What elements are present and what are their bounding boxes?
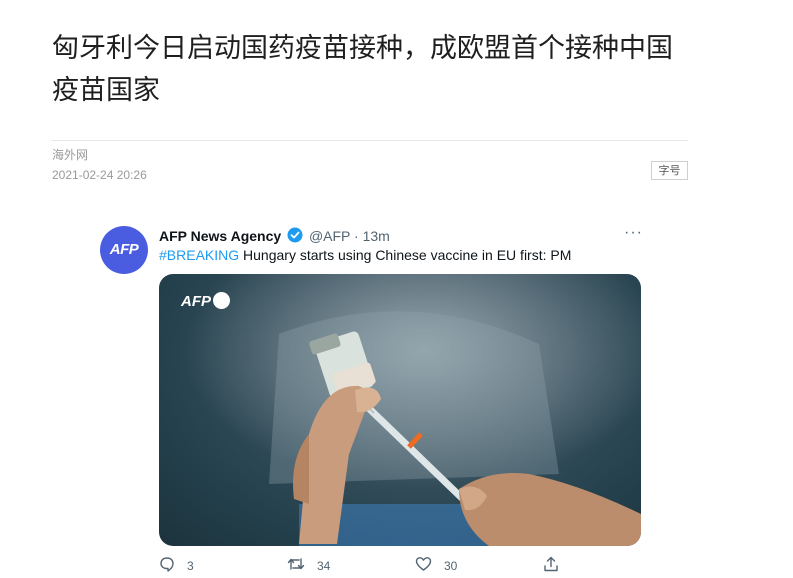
retweet-count: 34 — [317, 558, 331, 573]
tweet-photo[interactable]: AFP — [159, 274, 641, 546]
font-size-button[interactable]: 字号 — [651, 161, 688, 180]
tweet-actions: 3 34 30 — [159, 556, 639, 578]
retweet-button[interactable]: 34 — [287, 556, 330, 575]
author-name[interactable]: AFP News Agency — [159, 228, 281, 244]
tweet-text: #BREAKING Hungary starts using Chinese v… — [159, 247, 571, 263]
tweet-header: AFP News Agency @AFP · 13m — [159, 227, 390, 246]
vaccine-photo-illustration — [159, 274, 641, 546]
reply-button[interactable]: 3 — [159, 556, 194, 575]
reply-icon — [159, 556, 187, 575]
reply-count: 3 — [187, 558, 194, 573]
header-separator: · — [354, 228, 359, 244]
more-options-icon[interactable]: ··· — [624, 224, 643, 242]
like-icon — [415, 556, 444, 575]
like-button[interactable]: 30 — [415, 556, 457, 575]
article-title: 匈牙利今日启动国药疫苗接种，成欧盟首个接种中国疫苗国家 — [52, 33, 673, 106]
author-handle[interactable]: @AFP — [309, 228, 350, 244]
publish-date: 2021-02-24 20:26 — [52, 168, 147, 182]
embedded-tweet: AFP AFP News Agency @AFP · 13m ··· #BREA… — [100, 220, 660, 578]
verified-badge-icon — [287, 227, 303, 246]
retweet-icon — [287, 556, 317, 575]
title-divider — [52, 140, 688, 141]
avatar[interactable]: AFP — [100, 226, 148, 274]
hashtag-link[interactable]: #BREAKING — [159, 247, 239, 263]
tweet-time[interactable]: 13m — [363, 228, 390, 244]
afp-watermark: AFP — [181, 292, 230, 310]
like-count: 30 — [444, 558, 458, 573]
tweet-body: Hungary starts using Chinese vaccine in … — [239, 247, 572, 263]
article-source[interactable]: 海外网 — [52, 146, 88, 163]
share-icon — [543, 556, 571, 575]
share-button[interactable] — [543, 556, 571, 575]
